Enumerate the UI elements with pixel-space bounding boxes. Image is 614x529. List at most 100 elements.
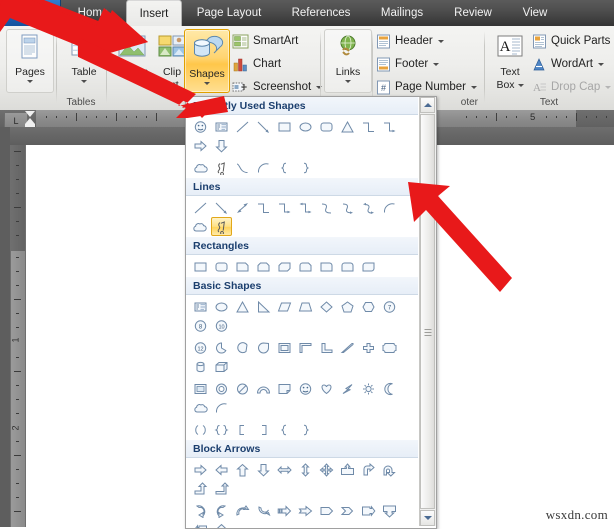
shape-freeform[interactable] [190,217,211,236]
shape-round-diagonal-corner[interactable] [358,257,379,276]
shape-right-brace[interactable] [295,158,316,177]
shape-parallelogram[interactable] [274,297,295,316]
shape-block-arc[interactable] [253,379,274,398]
shape-u-turn-arrow[interactable] [379,460,400,479]
shape-isosceles-triangle[interactable] [337,117,358,136]
shapes-button[interactable]: Shapes [184,29,230,93]
shape-curved-left-arrow[interactable] [211,501,232,520]
links-button[interactable]: Links [324,29,372,93]
shape-moon[interactable] [379,379,400,398]
shape-snip-same-side-corner[interactable] [253,257,274,276]
wordart-dropdown-caret[interactable] [597,62,604,66]
shape-line-arrow[interactable] [211,198,232,217]
shape-cylinder[interactable] [190,357,211,376]
header-dropdown-caret[interactable] [437,39,444,43]
shape-heptagon[interactable]: 7 [379,297,400,316]
shape-down-arrow-callout[interactable] [379,501,400,520]
shape-folded-corner[interactable] [274,379,295,398]
shape-bevel[interactable] [190,379,211,398]
shape-cloud[interactable] [190,398,211,417]
shape-curved-arrow-connector[interactable] [337,198,358,217]
shape-rounded-rectangle[interactable] [316,117,337,136]
drop-cap-button[interactable]: A Drop Cap [532,77,612,97]
shape-curved-connector[interactable] [316,198,337,217]
shapes-dropdown-caret[interactable] [204,82,210,85]
table-button[interactable]: Table [60,29,108,93]
shape-curved-up-arrow[interactable] [232,501,253,520]
shape-arc[interactable] [211,398,232,417]
shape-round-bracket-left-right[interactable] [190,420,211,439]
shape-line-double-arrow[interactable] [232,198,253,217]
shape-curved-down-arrow[interactable] [253,501,274,520]
tab-view[interactable]: View [508,0,562,26]
shape-striped-right-arrow[interactable] [274,501,295,520]
links-dropdown-caret[interactable] [345,80,351,83]
tab-references[interactable]: References [278,0,364,26]
shape-line[interactable] [190,198,211,217]
smartart-button[interactable]: SmartArt [232,31,298,51]
shape-dodecagon[interactable]: 12 [190,338,211,357]
shape-right-bracket[interactable] [253,420,274,439]
shape-trapezoid[interactable] [295,297,316,316]
shape-frame[interactable] [274,338,295,357]
shape-snip-and-round-corner[interactable] [295,257,316,276]
shape-scribble[interactable] [211,158,232,177]
text-box-dropdown-caret[interactable] [517,84,524,87]
tab-insert[interactable]: Insert [126,0,182,28]
shape-brace-pair[interactable] [211,420,232,439]
shape-rectangle[interactable] [274,117,295,136]
shape-no-symbol[interactable] [232,379,253,398]
shape-curve[interactable] [232,158,253,177]
shape-smiley-face[interactable] [190,117,211,136]
shape-isosceles-triangle[interactable] [232,297,253,316]
shape-round-same-side-corner[interactable] [337,257,358,276]
shape-bent-arrow[interactable] [358,460,379,479]
first-line-indent-marker[interactable] [25,111,35,117]
page-number-dropdown-caret[interactable] [470,85,477,89]
shape-notched-right-arrow[interactable] [295,501,316,520]
tab-review[interactable]: Review [440,0,506,26]
header-button[interactable]: Header [376,31,444,51]
pages-dropdown-caret[interactable] [27,80,33,83]
tab-file[interactable]: File [4,0,61,26]
shape-chord[interactable] [232,338,253,357]
shape-decagon[interactable]: 10 [211,316,232,335]
shape-left-bracket[interactable] [232,420,253,439]
shape-line-arrow[interactable] [253,117,274,136]
shape-pentagon-arrow[interactable] [316,501,337,520]
shape-pentagon[interactable] [337,297,358,316]
shape-l-shape[interactable] [316,338,337,357]
shape-curved-double-arrow-connector[interactable] [358,198,379,217]
shape-arc[interactable] [253,158,274,177]
shape-right-arrow[interactable] [190,136,211,155]
quick-parts-button[interactable]: Quick Parts [532,31,614,51]
shape-round-single-corner[interactable] [316,257,337,276]
shape-four-way-arrow[interactable] [316,460,337,479]
tab-page-layout[interactable]: Page Layout [182,0,276,26]
shape-up-arrow[interactable] [232,460,253,479]
shape-teardrop[interactable] [253,338,274,357]
shape-text-box[interactable] [190,297,211,316]
shape-snip-diagonal-corner[interactable] [274,257,295,276]
footer-button[interactable]: Footer [376,54,440,74]
shape-donut[interactable] [211,379,232,398]
shape-cube[interactable] [211,357,232,376]
shape-left-brace[interactable] [274,158,295,177]
scroll-down-arrow[interactable] [420,510,435,526]
shape-left-brace[interactable] [274,420,295,439]
shape-right-arrow-callout[interactable] [358,501,379,520]
shape-down-arrow[interactable] [253,460,274,479]
vertical-ruler[interactable]: 1 2 [10,145,26,527]
shape-left-right-arrow[interactable] [274,460,295,479]
shape-oval[interactable] [211,297,232,316]
shape-elbow-connector[interactable] [253,198,274,217]
wordart-button[interactable]: WordArt [532,54,604,74]
shape-scribble[interactable] [211,217,232,236]
shape-left-arrow[interactable] [211,460,232,479]
chart-button[interactable]: Chart [232,54,281,74]
tab-home[interactable]: Home [62,0,124,26]
shape-pie[interactable] [211,338,232,357]
shape-cloud[interactable] [190,158,211,177]
shape-heart[interactable] [316,379,337,398]
shapes-gallery-scrollbar[interactable] [419,97,436,526]
